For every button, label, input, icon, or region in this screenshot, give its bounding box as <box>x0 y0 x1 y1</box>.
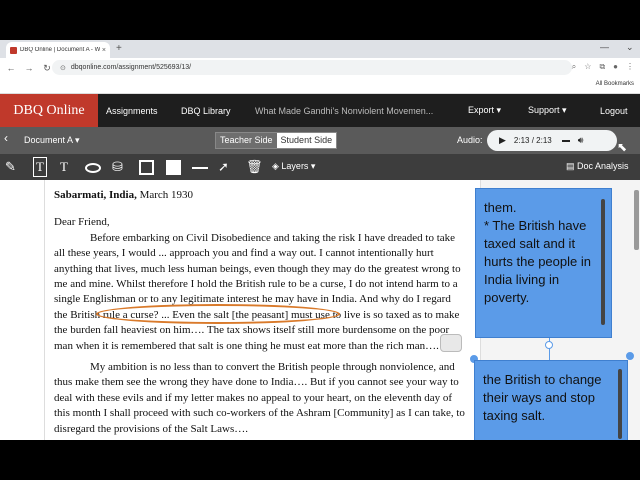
note-scrollbar[interactable] <box>601 199 605 325</box>
paragraph-1: Before embarking on Civil Disobedience a… <box>54 231 461 352</box>
sticky-note[interactable]: the British to change their ways and sto… <box>474 360 628 440</box>
app-navbar: DBQ Online Assignments DBQ Library What … <box>0 94 640 127</box>
drawing-toolbar: ✎ T T ⛁ ➚ 🗑︎ ◈ Layers ▾ ▤ Doc Analysis <box>0 154 640 180</box>
annotation-widget[interactable] <box>440 334 462 352</box>
note-text: the British to change their ways and sto… <box>483 372 602 423</box>
layers-icon: ◈ <box>272 161 282 171</box>
greeting: Dear Friend, <box>54 216 110 229</box>
heading-place: Sabarmati, India, <box>54 189 137 201</box>
back-icon[interactable]: ← <box>4 63 18 73</box>
document-bar: ‹ Document A ▾ Teacher Side Student Side… <box>0 127 640 154</box>
tab-title: DBQ Online | Document A - W <box>20 47 100 53</box>
extensions-icon[interactable]: ⧉ <box>599 62 605 72</box>
student-side-button[interactable]: Student Side <box>276 133 337 148</box>
app-viewport: DBQ Online | Document A - W × + — ⌄ ← → … <box>0 40 640 440</box>
doc-analysis-button[interactable]: ▤ Doc Analysis <box>566 161 629 172</box>
cursor-icon: ⬉ <box>617 140 628 154</box>
paragraph-2: My ambition is no less than to convert t… <box>54 361 465 435</box>
toolbar-icons: ⌕ ☆ ⧉ ● ⋮ <box>572 62 634 72</box>
nav-logout[interactable]: Logout <box>600 94 628 127</box>
doc-analysis-icon: ▤ <box>566 161 578 171</box>
text-box-icon[interactable]: T <box>33 157 47 177</box>
teacher-side-button[interactable]: Teacher Side <box>216 133 277 148</box>
note-text: them. * The British have taxed salt and … <box>484 200 591 305</box>
nav-support[interactable]: Support ▾ <box>528 94 567 127</box>
menu-icon[interactable]: ⋮ <box>626 62 634 72</box>
audio-label: Audio: <box>457 135 483 145</box>
fill-color-icon[interactable] <box>166 160 181 175</box>
document-heading: Sabarmati, India, March 1930 <box>54 188 466 203</box>
tab-close-icon[interactable]: × <box>102 47 106 54</box>
layers-label: Layers ▾ <box>281 161 316 171</box>
tab-strip: DBQ Online | Document A - W × + — ⌄ <box>0 40 640 58</box>
nav-assignment-title[interactable]: What Made Gandhi's Nonviolent Movemen... <box>255 94 433 127</box>
bookmarks-bar: All Bookmarks <box>0 78 640 94</box>
sticky-note[interactable]: them. * The British have taxed salt and … <box>475 188 612 338</box>
site-info-icon[interactable]: ⊙ <box>60 64 66 72</box>
resize-handle[interactable] <box>626 352 634 360</box>
pencil-icon[interactable]: ✎ <box>5 158 16 176</box>
bucket-icon[interactable]: ⛁ <box>112 158 123 176</box>
nav-dbq-library[interactable]: DBQ Library <box>181 94 231 127</box>
browser-tab[interactable]: DBQ Online | Document A - W × <box>6 42 110 58</box>
rectangle-icon[interactable] <box>139 160 154 175</box>
layers-button[interactable]: ◈ Layers ▾ <box>272 161 315 172</box>
star-icon[interactable]: ☆ <box>584 62 591 72</box>
trash-icon[interactable]: 🗑︎ <box>246 158 263 176</box>
heading-date: March 1930 <box>136 189 194 201</box>
all-bookmarks[interactable]: All Bookmarks <box>596 81 634 87</box>
document-area: Sabarmati, India, March 1930 Dear Friend… <box>0 180 480 440</box>
audio-time: 2:13 / 2:13 <box>513 136 552 145</box>
document-select[interactable]: Document A ▾ <box>24 135 80 146</box>
connector-handle[interactable] <box>545 341 553 349</box>
side-toggle: Teacher Side Student Side <box>215 132 338 149</box>
new-tab-button[interactable]: + <box>116 43 122 54</box>
favicon-icon <box>10 46 17 54</box>
audio-player: ▶ 2:13 / 2:13 🔊︎ <box>487 130 617 151</box>
arrow-icon[interactable]: ➚ <box>218 158 229 176</box>
profile-icon[interactable]: ● <box>613 62 618 72</box>
address-bar[interactable]: ⊙ dbqonline.com/assignment/525693/13/ <box>52 60 572 75</box>
logo[interactable]: DBQ Online <box>0 94 98 127</box>
nav-export[interactable]: Export ▾ <box>468 94 501 127</box>
zoom-icon[interactable]: ⌕ <box>572 62 576 72</box>
text-icon[interactable]: T <box>60 158 68 176</box>
browser-toolbar: ← → ↻ ⊙ dbqonline.com/assignment/525693/… <box>0 58 640 78</box>
nav-assignments[interactable]: Assignments <box>106 94 158 127</box>
url-text: dbqonline.com/assignment/525693/13/ <box>70 64 192 71</box>
chevron-down-icon[interactable]: ⌄ <box>626 42 634 53</box>
note-scrollbar[interactable] <box>618 369 622 439</box>
oval-icon[interactable] <box>85 163 101 173</box>
play-icon[interactable]: ▶ <box>499 135 506 146</box>
panel-scrollbar[interactable] <box>634 190 639 250</box>
doc-margin <box>44 180 45 440</box>
volume-icon[interactable]: 🔊︎ <box>578 135 584 146</box>
progress-icon[interactable] <box>561 139 570 142</box>
minimize-icon[interactable]: — <box>600 42 609 52</box>
forward-icon[interactable]: → <box>22 63 36 73</box>
doc-analysis-label: Doc Analysis <box>577 161 629 171</box>
back-chevron-icon[interactable]: ‹ <box>4 131 8 145</box>
annotation-circle[interactable] <box>96 304 340 324</box>
line-icon[interactable] <box>192 167 208 169</box>
